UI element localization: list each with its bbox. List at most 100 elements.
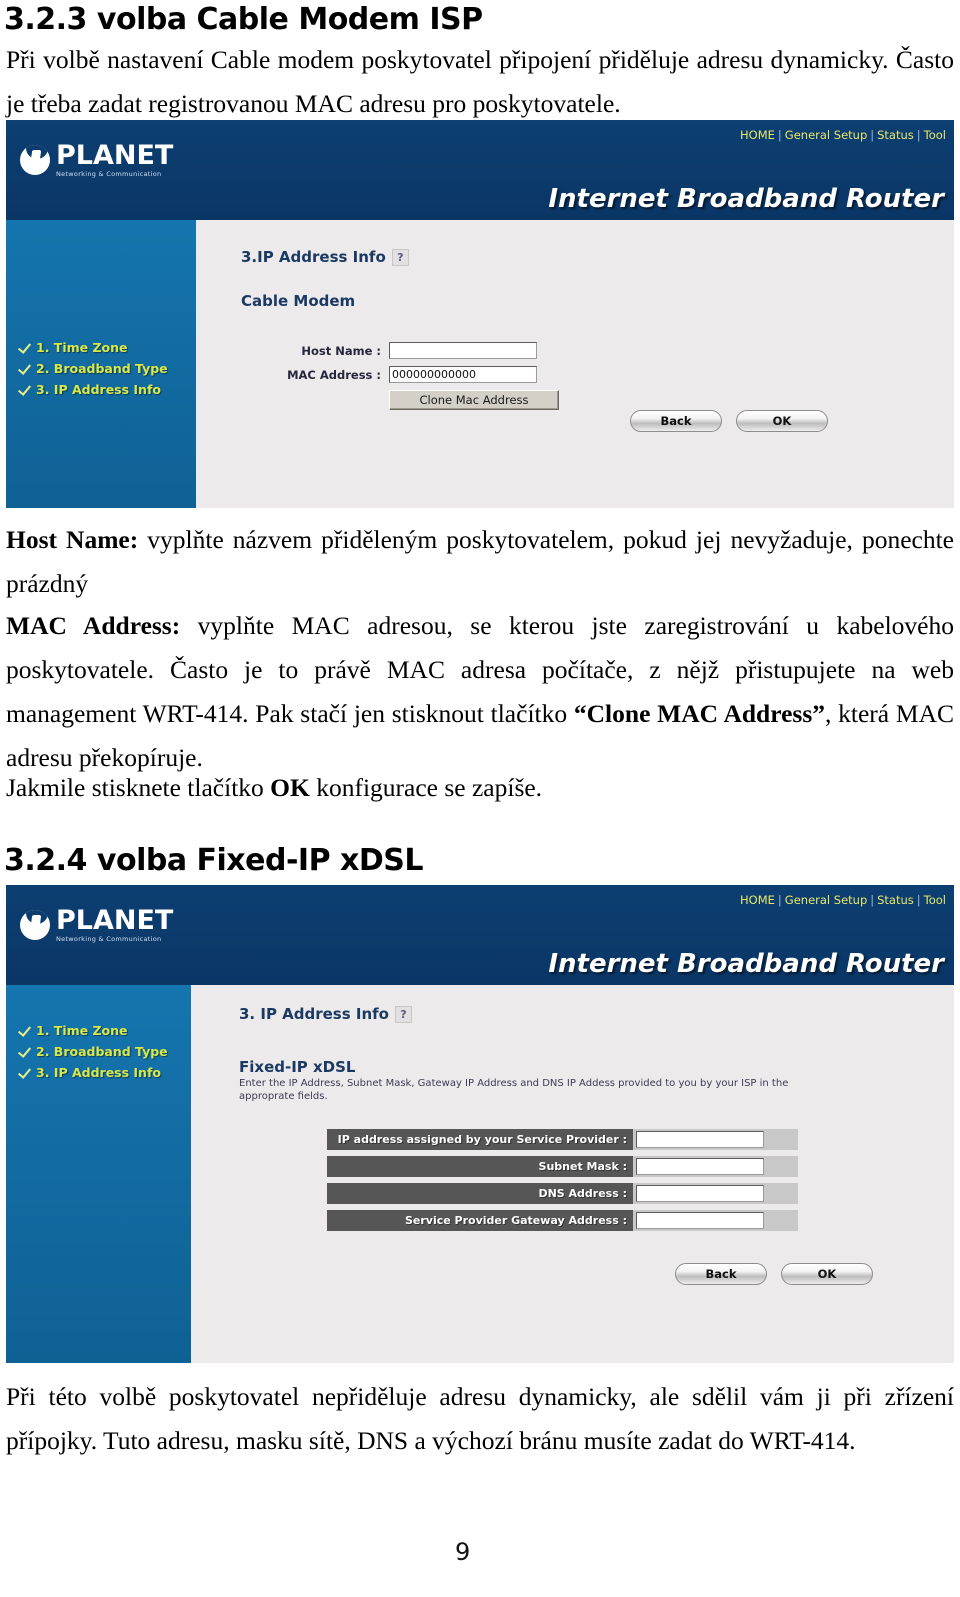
- ok-button[interactable]: OK: [736, 410, 828, 432]
- intro-paragraph-323: Při volbě nastavení Cable modem poskytov…: [6, 45, 954, 118]
- form-row-host-name: Host Name :: [241, 342, 559, 359]
- router-header: PLANET Networking & Communication HOME | G…: [6, 885, 954, 985]
- sidebar-item-label: 2. Broadband Type: [36, 361, 168, 376]
- subnet-mask-field: [633, 1156, 798, 1177]
- dns-address-label: DNS Address :: [327, 1183, 633, 1204]
- mac-address-input[interactable]: 000000000000: [389, 366, 537, 383]
- router-topnav: HOME | General Setup | Status | Tool: [740, 128, 946, 142]
- topnav-item-status[interactable]: Status: [877, 893, 914, 907]
- form-row-dns-address: DNS Address :: [327, 1183, 798, 1204]
- sidebar-item-ip-address-info[interactable]: 3. IP Address Info: [18, 1065, 168, 1080]
- content-section-title: 3.IP Address Info ?: [241, 248, 409, 266]
- router-screenshot-cable-modem: PLANET Networking & Communication HOME | G…: [6, 120, 954, 508]
- sidebar-item-label: 3. IP Address Info: [36, 1065, 161, 1080]
- document-page: 3.2.3 volba Cable Modem ISP Při volbě nas…: [0, 0, 960, 1597]
- content-section-title-text: 3. IP Address Info: [239, 1005, 389, 1023]
- cable-modem-form: Host Name : MAC Address : 000000000000 C…: [241, 342, 559, 417]
- ok-button[interactable]: OK: [781, 1263, 873, 1285]
- form-row-ip-address: IP address assigned by your Service Prov…: [327, 1129, 798, 1150]
- paragraph-lead-host-name: Host Name:: [6, 525, 139, 554]
- section-heading-324: 3.2.4 volba Fixed-IP xDSL: [4, 843, 424, 878]
- topnav-separator: |: [777, 128, 782, 142]
- host-name-input[interactable]: [389, 342, 537, 359]
- form-row-gateway-address: Service Provider Gateway Address :: [327, 1210, 798, 1231]
- back-button[interactable]: Back: [675, 1263, 767, 1285]
- section-number: 3.2.3: [4, 2, 87, 37]
- topnav-item-home[interactable]: HOME: [740, 893, 775, 907]
- topnav-separator: |: [777, 893, 782, 907]
- router-header: PLANET Networking & Communication HOME | G…: [6, 120, 954, 220]
- router-sidebar-menu: 1. Time Zone 2. Broadband Type 3. IP Add…: [18, 1023, 168, 1086]
- clone-mac-address-button[interactable]: Clone Mac Address: [389, 390, 559, 410]
- ip-address-label: IP address assigned by your Service Prov…: [327, 1129, 633, 1150]
- sidebar-item-label: 1. Time Zone: [36, 340, 128, 355]
- check-icon: [18, 1045, 31, 1058]
- topnav-item-general-setup[interactable]: General Setup: [785, 128, 867, 142]
- dns-address-field: [633, 1183, 798, 1204]
- topnav-separator: |: [916, 128, 921, 142]
- check-icon: [18, 383, 31, 396]
- help-icon[interactable]: ?: [391, 248, 409, 266]
- topnav-separator: |: [870, 128, 875, 142]
- content-block-title: Fixed-IP xDSL: [239, 1058, 356, 1076]
- topnav-separator: |: [870, 893, 875, 907]
- sidebar-item-broadband-type[interactable]: 2. Broadband Type: [18, 361, 168, 376]
- gateway-address-label: Service Provider Gateway Address :: [327, 1210, 633, 1231]
- content-section-title-text: 3.IP Address Info: [241, 248, 386, 266]
- ip-address-input[interactable]: [636, 1131, 764, 1148]
- paragraph-lead-mac-address: MAC Address:: [6, 611, 181, 640]
- form-row-subnet-mask: Subnet Mask :: [327, 1156, 798, 1177]
- router-brand-title: Internet Broadband Router: [548, 184, 944, 214]
- action-buttons: Back OK: [675, 1263, 887, 1285]
- check-icon: [18, 341, 31, 354]
- topnav-item-home[interactable]: HOME: [740, 128, 775, 142]
- paragraph-bold-clone: “Clone MAC Address”: [573, 699, 825, 728]
- section-title: volba Cable Modem ISP: [96, 2, 483, 37]
- paragraph-host-name: Host Name: vyplňte názvem přiděleným pos…: [6, 518, 954, 606]
- logo-wordmark: PLANET: [56, 905, 174, 936]
- router-content: 3.IP Address Info ? Cable Modem Host Nam…: [196, 220, 954, 508]
- paragraph-bold-ok: OK: [270, 773, 310, 802]
- topnav-item-tool[interactable]: Tool: [924, 893, 946, 907]
- paragraph-closing: Při této volbě poskytovatel nepřiděluje …: [6, 1382, 954, 1455]
- paragraph-mac-address: MAC Address: vyplňte MAC adresou, se kte…: [6, 604, 954, 780]
- gateway-address-input[interactable]: [636, 1212, 764, 1229]
- router-sidebar-menu: 1. Time Zone 2. Broadband Type 3. IP Add…: [18, 340, 168, 403]
- subnet-mask-label: Subnet Mask :: [327, 1156, 633, 1177]
- subnet-mask-input[interactable]: [636, 1158, 764, 1175]
- help-icon[interactable]: ?: [394, 1005, 412, 1023]
- section-heading-323: 3.2.3 volba Cable Modem ISP: [4, 2, 483, 37]
- content-block-title: Cable Modem: [241, 292, 356, 310]
- planet-logo: PLANET Networking & Communication: [20, 907, 173, 943]
- globe-icon: [20, 144, 50, 175]
- sidebar-item-broadband-type[interactable]: 2. Broadband Type: [18, 1044, 168, 1059]
- section-number: 3.2.4: [4, 843, 87, 878]
- sidebar-item-ip-address-info[interactable]: 3. IP Address Info: [18, 382, 168, 397]
- sidebar-item-time-zone[interactable]: 1. Time Zone: [18, 1023, 168, 1038]
- topnav-item-general-setup[interactable]: General Setup: [785, 893, 867, 907]
- back-button[interactable]: Back: [630, 410, 722, 432]
- router-content: 3. IP Address Info ? Fixed-IP xDSL Enter…: [191, 985, 954, 1363]
- mac-address-label: MAC Address :: [287, 367, 381, 382]
- sidebar-item-time-zone[interactable]: 1. Time Zone: [18, 340, 168, 355]
- dns-address-input[interactable]: [636, 1185, 764, 1202]
- content-block-description: Enter the IP Address, Subnet Mask, Gatew…: [239, 1078, 789, 1102]
- router-sidebar: 1. Time Zone 2. Broadband Type 3. IP Add…: [6, 985, 191, 1363]
- sidebar-item-label: 2. Broadband Type: [36, 1044, 168, 1059]
- router-topnav: HOME | General Setup | Status | Tool: [740, 893, 946, 907]
- router-body: 1. Time Zone 2. Broadband Type 3. IP Add…: [6, 220, 954, 508]
- router-body: 1. Time Zone 2. Broadband Type 3. IP Add…: [6, 985, 954, 1363]
- topnav-item-status[interactable]: Status: [877, 128, 914, 142]
- paragraph-text-ok-tail: konfigurace se zapíše.: [309, 773, 543, 802]
- section-title: volba Fixed-IP xDSL: [96, 843, 424, 878]
- logo-tagline: Networking & Communication: [56, 935, 162, 943]
- content-section-title: 3. IP Address Info ?: [239, 1005, 412, 1023]
- globe-icon: [20, 909, 50, 940]
- router-screenshot-fixed-ip: PLANET Networking & Communication HOME | G…: [6, 885, 954, 1363]
- router-brand-title: Internet Broadband Router: [548, 949, 944, 979]
- planet-logo: PLANET Networking & Communication: [20, 142, 173, 178]
- gateway-address-field: [633, 1210, 798, 1231]
- form-row-mac-address: MAC Address : 000000000000: [241, 366, 559, 383]
- topnav-item-tool[interactable]: Tool: [924, 128, 946, 142]
- paragraph-ok: Jakmile stisknete tlačítko OK konfigurac…: [6, 766, 954, 810]
